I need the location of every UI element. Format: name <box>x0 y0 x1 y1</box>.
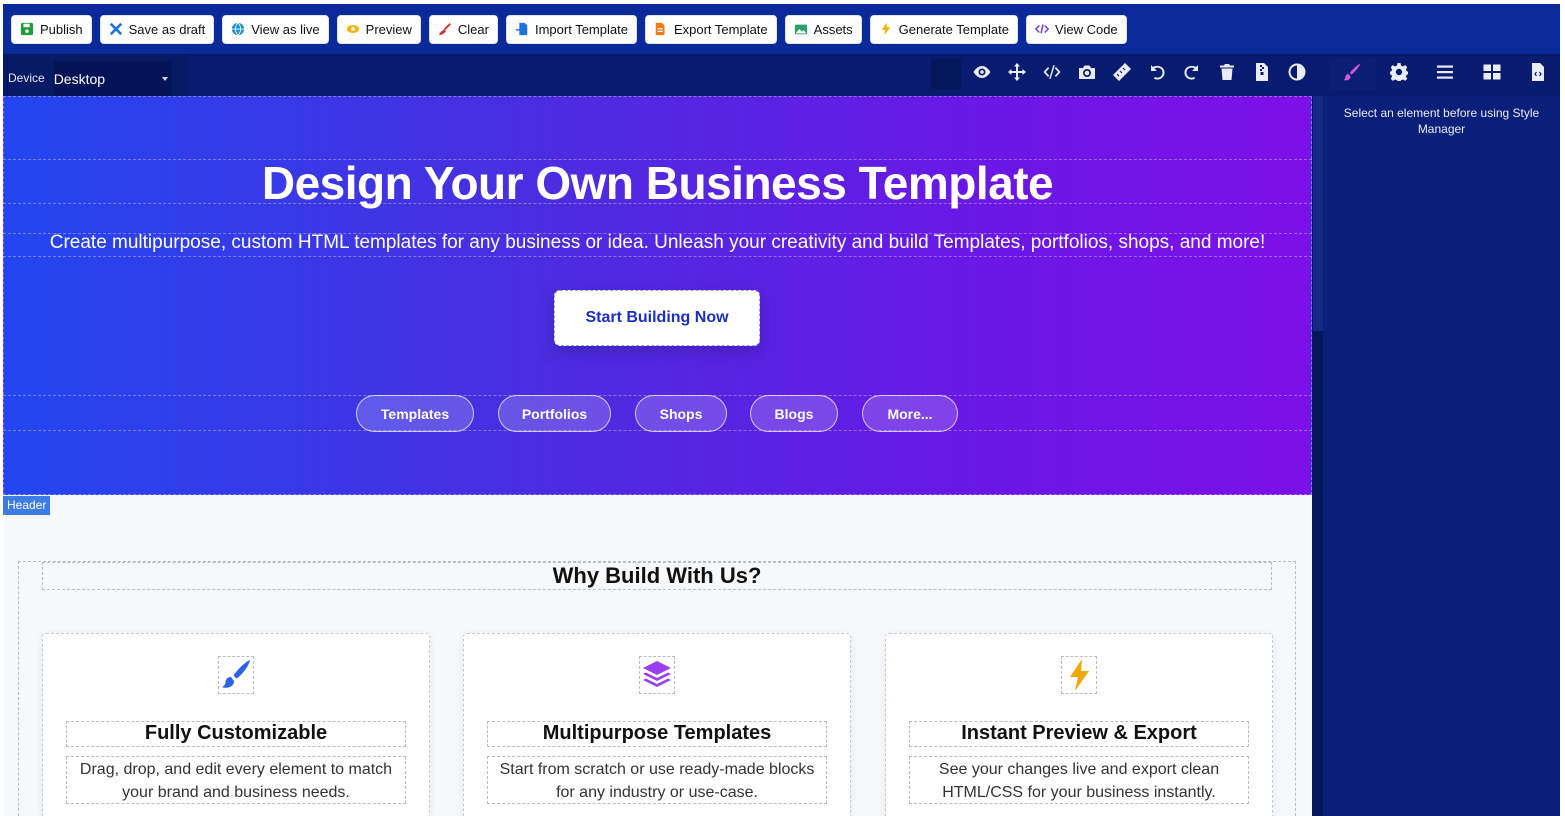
card-description[interactable]: See your changes live and export clean H… <box>909 758 1249 804</box>
bolt-icon <box>1061 656 1097 694</box>
card-description[interactable]: Drag, drop, and edit every element to ma… <box>66 758 406 804</box>
pill-more[interactable]: More... <box>862 395 958 432</box>
export-zip-tool[interactable] <box>1244 58 1279 90</box>
tool-spacer <box>931 59 961 89</box>
import-template-button[interactable]: Import Template <box>505 14 637 44</box>
why-title[interactable]: Why Build With Us? <box>42 563 1272 589</box>
file-code-icon <box>1528 62 1548 87</box>
globe-icon <box>231 22 245 36</box>
bolt-icon <box>879 22 893 36</box>
delete-tool[interactable] <box>1209 58 1244 90</box>
view-as-live-button[interactable]: View as live <box>222 14 329 44</box>
save-as-draft-label: Save as draft <box>128 21 206 37</box>
generate-template-label: Generate Template <box>898 21 1010 37</box>
redo-tool[interactable] <box>1174 58 1209 90</box>
hero-subtitle[interactable]: Create multipurpose, custom HTML templat… <box>3 232 1312 254</box>
feature-card[interactable]: Instant Preview & Export See your change… <box>885 633 1273 816</box>
pill-portfolios[interactable]: Portfolios <box>498 395 611 432</box>
device-value: Desktop <box>53 71 106 87</box>
broom-icon <box>438 22 452 36</box>
code-icon <box>1035 22 1050 36</box>
clear-button[interactable]: Clear <box>428 14 498 44</box>
import-template-label: Import Template <box>534 21 628 37</box>
pill-shops[interactable]: Shops <box>635 395 727 432</box>
undo-tool[interactable] <box>1139 58 1174 90</box>
eye-icon <box>972 62 992 87</box>
image-icon <box>794 22 808 36</box>
layers-icon <box>639 656 675 694</box>
style-manager-message: Select an element before using Style Man… <box>1343 106 1540 136</box>
view-code-label: View Code <box>1055 21 1118 37</box>
file-zip-icon <box>1252 62 1272 87</box>
canvas-scrollbar-thumb[interactable] <box>1313 96 1323 331</box>
contrast-tool[interactable] <box>1279 58 1314 90</box>
blocks-tool[interactable] <box>1469 58 1516 90</box>
code-tool[interactable] <box>1034 58 1069 90</box>
card-title[interactable]: Fully Customizable <box>66 722 406 745</box>
panel-switcher <box>1329 58 1562 90</box>
editor-canvas[interactable]: Design Your Own Business Template Create… <box>3 96 1312 816</box>
caret-down-icon <box>161 77 168 81</box>
preview-button[interactable]: Preview <box>336 14 421 44</box>
layer-manager-tool[interactable] <box>1422 58 1469 90</box>
publish-label: Publish <box>40 21 83 37</box>
camera-icon <box>1077 62 1097 87</box>
clear-label: Clear <box>457 21 489 37</box>
code-icon <box>1042 62 1062 87</box>
file-import-icon <box>515 22 529 36</box>
selected-component-badge: Header <box>3 496 51 515</box>
top-toolbar: Publish Save as draft View as live Previ… <box>3 4 1560 54</box>
file-export-icon <box>654 22 668 36</box>
tools-icon <box>109 22 123 36</box>
view-as-live-label: View as live <box>251 21 320 37</box>
eye-icon <box>346 22 360 36</box>
export-template-button[interactable]: Export Template <box>644 14 777 44</box>
style-manager-panel: Select an element before using Style Man… <box>1323 96 1560 816</box>
export-template-label: Export Template <box>673 21 768 37</box>
style-manager-tool[interactable] <box>1329 58 1376 90</box>
paintbrush-icon <box>218 656 254 694</box>
preview-label: Preview <box>365 21 412 37</box>
card-title[interactable]: Instant Preview & Export <box>909 722 1249 745</box>
save-icon <box>20 22 34 36</box>
paintbrush-icon <box>1342 62 1362 87</box>
canvas-tools <box>931 58 1314 90</box>
move-icon <box>1007 62 1027 87</box>
screenshot-tool[interactable] <box>1069 58 1104 90</box>
preview-tool[interactable] <box>964 58 999 90</box>
undo-icon <box>1147 62 1167 87</box>
view-code-button[interactable]: View Code <box>1026 14 1127 44</box>
pill-templates[interactable]: Templates <box>356 395 474 432</box>
feature-card[interactable]: Fully Customizable Drag, drop, and edit … <box>42 633 430 816</box>
trash-icon <box>1217 62 1237 87</box>
pill-blogs[interactable]: Blogs <box>750 395 838 432</box>
settings-tool[interactable] <box>1376 58 1423 90</box>
layers-icon <box>1435 62 1455 87</box>
ruler-tool[interactable] <box>1104 58 1139 90</box>
move-tool[interactable] <box>999 58 1034 90</box>
panel-bar: Device Desktop <box>3 54 1562 104</box>
card-description[interactable]: Start from scratch or use ready-made blo… <box>487 758 827 804</box>
code-panel-tool[interactable] <box>1515 58 1562 90</box>
hero-title[interactable]: Design Your Own Business Template <box>3 156 1312 210</box>
assets-label: Assets <box>813 21 853 37</box>
device-label: Device <box>8 71 45 85</box>
generate-template-button[interactable]: Generate Template <box>869 14 1019 44</box>
redo-icon <box>1182 62 1202 87</box>
gear-icon <box>1389 62 1409 87</box>
save-as-draft-button[interactable]: Save as draft <box>99 14 215 44</box>
feature-card[interactable]: Multipurpose Templates Start from scratc… <box>463 633 851 816</box>
start-building-button[interactable]: Start Building Now <box>554 290 760 346</box>
card-title[interactable]: Multipurpose Templates <box>487 722 827 745</box>
contrast-icon <box>1287 62 1307 87</box>
assets-button[interactable]: Assets <box>784 14 862 44</box>
device-select[interactable]: Desktop <box>53 61 172 97</box>
ruler-icon <box>1112 62 1132 87</box>
blocks-icon <box>1482 62 1502 87</box>
publish-button[interactable]: Publish <box>11 14 92 44</box>
